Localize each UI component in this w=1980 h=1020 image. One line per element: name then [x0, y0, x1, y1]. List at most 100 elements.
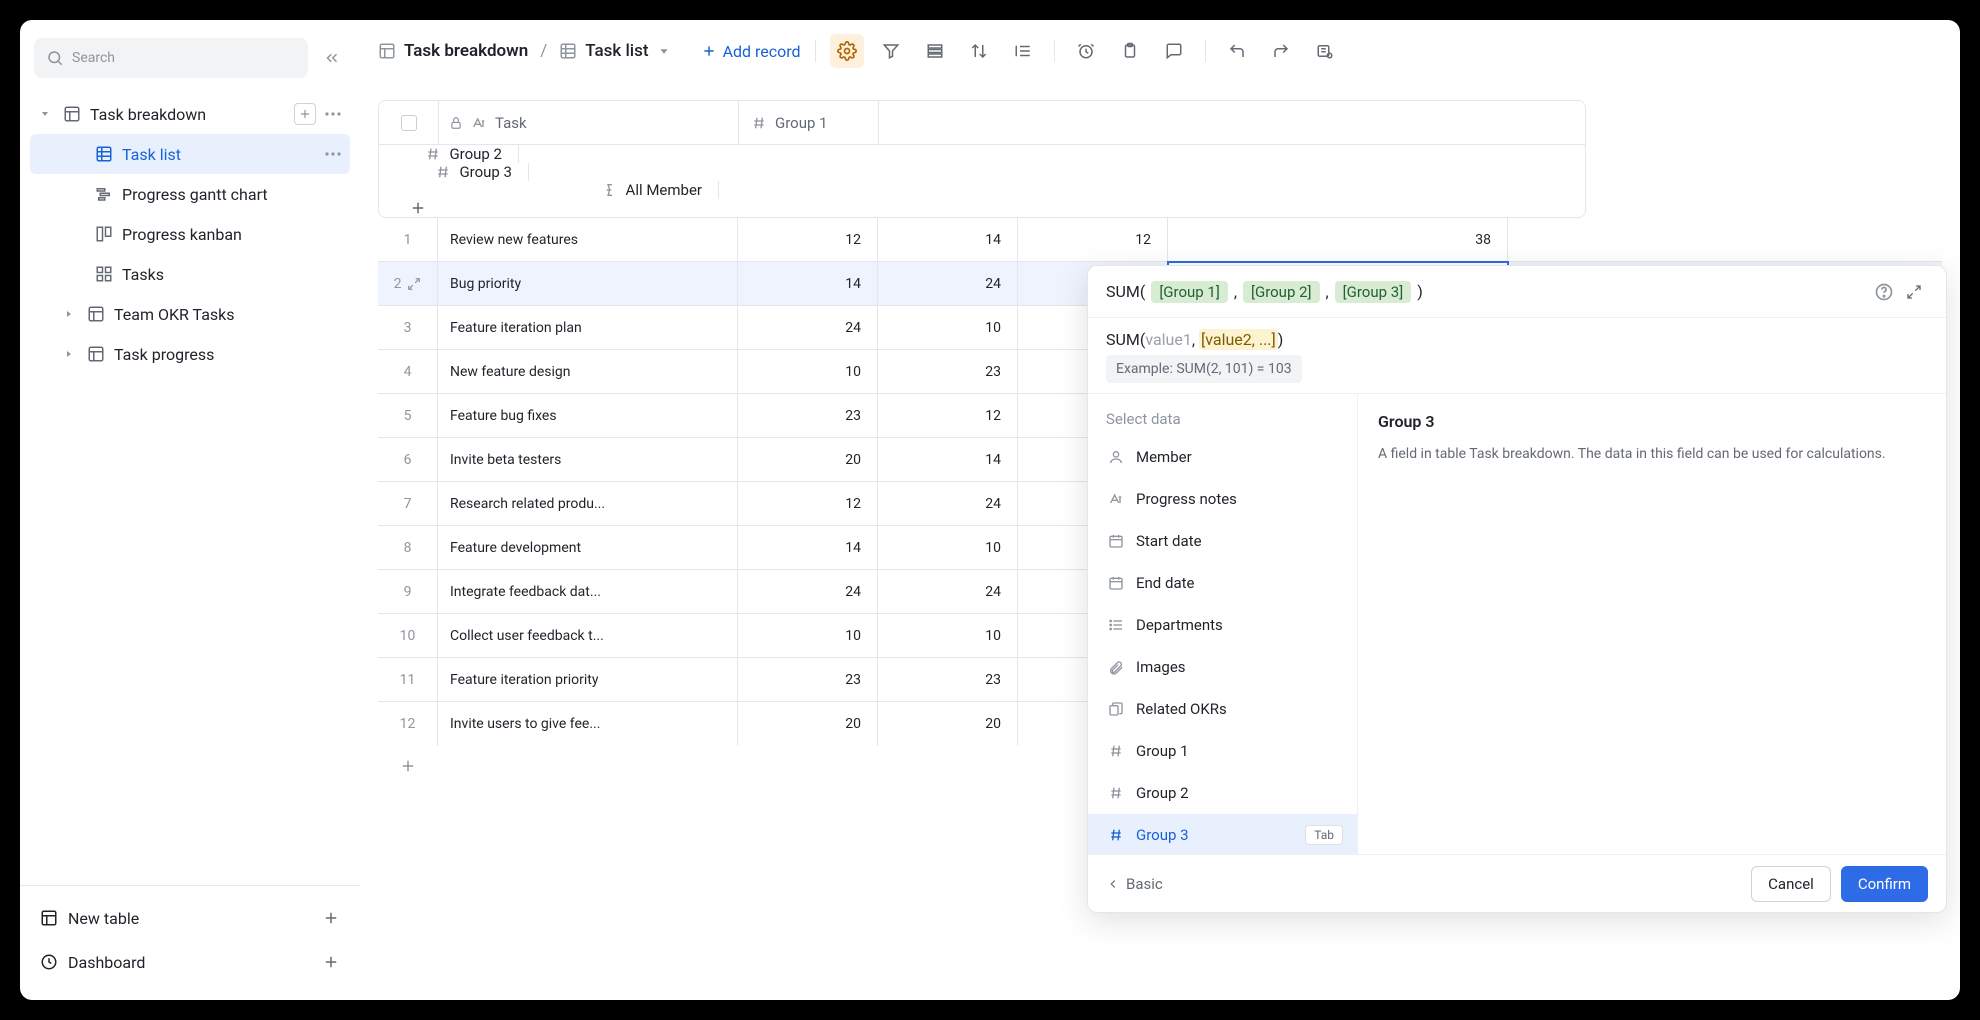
group2-cell[interactable]: 10 [878, 306, 1018, 349]
formula-token[interactable]: [Group 2] [1243, 281, 1320, 303]
add-record-button[interactable]: Add record [701, 42, 801, 61]
collapse-sidebar-button[interactable] [318, 44, 346, 72]
field-item-group-1[interactable]: Group 1 [1088, 730, 1357, 772]
comment-button[interactable] [1157, 34, 1191, 68]
search-input[interactable]: Search [34, 38, 308, 78]
field-item-images[interactable]: Images [1088, 646, 1357, 688]
row-number[interactable]: 10 [378, 614, 438, 657]
cancel-button[interactable]: Cancel [1751, 866, 1831, 902]
group2-cell[interactable]: 20 [878, 702, 1018, 746]
task-cell[interactable]: Integrate feedback dat... [438, 570, 738, 613]
task-cell[interactable]: Collect user feedback t... [438, 614, 738, 657]
group1-cell[interactable]: 10 [738, 350, 878, 393]
column-all-member[interactable]: All Member [379, 181, 719, 199]
breadcrumb-view[interactable]: Task list [585, 41, 648, 61]
redo-button[interactable] [1264, 34, 1298, 68]
settings-button[interactable] [830, 34, 864, 68]
task-cell[interactable]: Invite beta testers [438, 438, 738, 481]
sidebar-item-task-breakdown[interactable]: Task breakdown [30, 94, 350, 134]
breadcrumb-table[interactable]: Task breakdown [404, 41, 528, 61]
group1-cell[interactable]: 23 [738, 658, 878, 701]
find-button[interactable] [1308, 34, 1342, 68]
task-cell[interactable]: Bug priority [438, 262, 738, 305]
group1-cell[interactable]: 20 [738, 438, 878, 481]
row-number[interactable]: 12 [378, 702, 438, 746]
field-item-start-date[interactable]: Start date [1088, 520, 1357, 562]
field-item-departments[interactable]: Departments [1088, 604, 1357, 646]
chevron-down-icon[interactable] [657, 44, 671, 58]
confirm-button[interactable]: Confirm [1841, 866, 1928, 902]
table-row[interactable]: 1Review new features12141238 [378, 218, 1942, 262]
sidebar-item-task-progress[interactable]: Task progress [30, 334, 350, 374]
back-button[interactable]: Basic [1106, 875, 1163, 893]
group2-cell[interactable]: 24 [878, 482, 1018, 525]
group1-cell[interactable]: 24 [738, 306, 878, 349]
select-all-checkbox[interactable] [379, 101, 439, 144]
field-item-group-3[interactable]: Group 3Tab [1088, 814, 1357, 854]
row-number[interactable]: 11 [378, 658, 438, 701]
group1-cell[interactable]: 12 [738, 482, 878, 525]
more-actions-button[interactable] [322, 143, 344, 165]
new-table-button[interactable]: New table [30, 896, 350, 940]
row-number[interactable]: 7 [378, 482, 438, 525]
group2-cell[interactable]: 14 [878, 218, 1018, 261]
row-number[interactable]: 2 [378, 262, 438, 305]
sidebar-item-team-okr[interactable]: Team OKR Tasks [30, 294, 350, 334]
row-number[interactable]: 5 [378, 394, 438, 437]
column-group3[interactable]: Group 3 [379, 163, 529, 181]
task-cell[interactable]: Feature bug fixes [438, 394, 738, 437]
group1-cell[interactable]: 10 [738, 614, 878, 657]
group2-cell[interactable]: 12 [878, 394, 1018, 437]
task-cell[interactable]: Feature iteration priority [438, 658, 738, 701]
task-cell[interactable]: New feature design [438, 350, 738, 393]
group-button[interactable] [918, 34, 952, 68]
more-actions-button[interactable] [322, 103, 344, 125]
field-item-end-date[interactable]: End date [1088, 562, 1357, 604]
task-cell[interactable]: Review new features [438, 218, 738, 261]
formula-token[interactable]: [Group 3] [1335, 281, 1412, 303]
row-number[interactable]: 6 [378, 438, 438, 481]
group2-cell[interactable]: 10 [878, 614, 1018, 657]
group2-cell[interactable]: 10 [878, 526, 1018, 569]
group1-cell[interactable]: 12 [738, 218, 878, 261]
sidebar-item-progress-kanban[interactable]: Progress kanban [30, 214, 350, 254]
sort-button[interactable] [962, 34, 996, 68]
group1-cell[interactable]: 14 [738, 526, 878, 569]
task-cell[interactable]: Feature development [438, 526, 738, 569]
add-view-button[interactable] [294, 103, 316, 125]
reminder-button[interactable] [1069, 34, 1103, 68]
dashboard-button[interactable]: Dashboard [30, 940, 350, 984]
row-height-button[interactable] [1006, 34, 1040, 68]
group1-cell[interactable]: 24 [738, 570, 878, 613]
help-button[interactable] [1874, 282, 1894, 302]
row-number[interactable]: 3 [378, 306, 438, 349]
row-number[interactable]: 1 [378, 218, 438, 261]
sidebar-item-progress-gantt[interactable]: Progress gantt chart [30, 174, 350, 214]
group2-cell[interactable]: 23 [878, 350, 1018, 393]
clipboard-button[interactable] [1113, 34, 1147, 68]
field-item-related-okrs[interactable]: Related OKRs [1088, 688, 1357, 730]
field-item-member[interactable]: Member [1088, 436, 1357, 478]
group3-cell[interactable]: 12 [1018, 218, 1168, 261]
group2-cell[interactable]: 24 [878, 570, 1018, 613]
filter-button[interactable] [874, 34, 908, 68]
group1-cell[interactable]: 20 [738, 702, 878, 746]
row-number[interactable]: 9 [378, 570, 438, 613]
sidebar-item-task-list[interactable]: Task list [30, 134, 350, 174]
expand-button[interactable] [1900, 275, 1928, 309]
column-group2[interactable]: Group 2 [379, 145, 519, 163]
group1-cell[interactable]: 23 [738, 394, 878, 437]
sidebar-item-tasks[interactable]: Tasks [30, 254, 350, 294]
row-number[interactable]: 4 [378, 350, 438, 393]
group2-cell[interactable]: 24 [878, 262, 1018, 305]
undo-button[interactable] [1220, 34, 1254, 68]
field-item-group-2[interactable]: Group 2 [1088, 772, 1357, 814]
all-member-cell[interactable]: 38 [1168, 218, 1508, 261]
expand-row-icon[interactable] [407, 277, 421, 291]
group1-cell[interactable]: 14 [738, 262, 878, 305]
group2-cell[interactable]: 14 [878, 438, 1018, 481]
formula-token[interactable]: [Group 1] [1151, 281, 1228, 303]
add-column-button[interactable] [379, 199, 457, 217]
column-task[interactable]: Task [439, 101, 739, 144]
group2-cell[interactable]: 23 [878, 658, 1018, 701]
